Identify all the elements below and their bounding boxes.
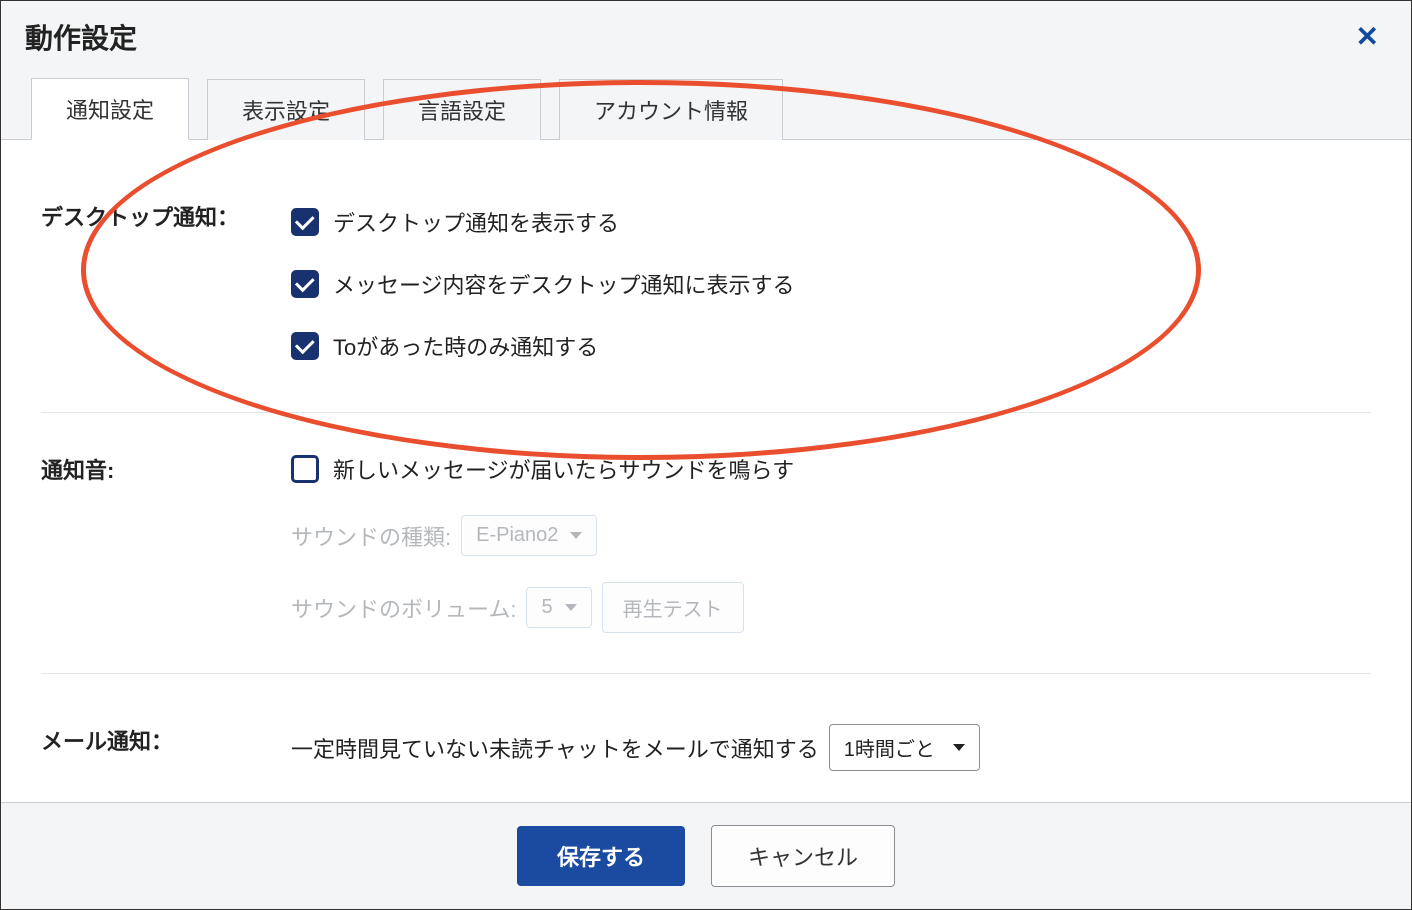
checkbox-row-show-message-content: メッセージ内容をデスクトップ通知に表示する	[291, 268, 1371, 300]
cancel-button[interactable]: キャンセル	[711, 825, 895, 887]
select-value: E-Piano2	[476, 524, 558, 547]
checkbox-row-only-to: Toがあった時のみ通知する	[291, 330, 1371, 362]
chevron-down-icon	[570, 532, 582, 539]
chevron-down-icon	[565, 604, 577, 611]
field-row-sound-type: サウンドの種類: E-Piano2	[291, 515, 1371, 556]
section-body: 一定時間見ていない未読チャットをメールで通知する 1時間ごと	[291, 724, 1371, 771]
play-test-button[interactable]: 再生テスト	[602, 582, 744, 633]
section-desktop-notification: デスクトップ通知： デスクトップ通知を表示する メッセージ内容をデスクトップ通知…	[41, 180, 1371, 413]
checkbox-play-sound[interactable]	[291, 455, 319, 483]
checkbox-notify-only-to[interactable]	[291, 332, 319, 360]
field-row-email-interval: 一定時間見ていない未読チャットをメールで通知する 1時間ごと	[291, 724, 1371, 771]
chevron-down-icon	[953, 744, 965, 751]
field-label: サウンドの種類:	[291, 520, 451, 552]
tab-label: 表示設定	[242, 99, 330, 124]
tab-account-info[interactable]: アカウント情報	[559, 79, 783, 140]
dialog-footer: 保存する キャンセル	[1, 802, 1411, 909]
select-value: 1時間ごと	[844, 733, 935, 762]
close-icon: ✕	[1356, 21, 1379, 52]
tabs: 通知設定 表示設定 言語設定 アカウント情報	[1, 57, 1411, 140]
checkbox-show-message-content[interactable]	[291, 270, 319, 298]
dialog-content: デスクトップ通知： デスクトップ通知を表示する メッセージ内容をデスクトップ通知…	[1, 140, 1411, 838]
section-label: デスクトップ通知：	[41, 200, 291, 232]
tab-notification-settings[interactable]: 通知設定	[31, 78, 189, 140]
section-label: 通知音:	[41, 453, 291, 485]
select-value: 5	[541, 596, 552, 619]
section-notification-sound: 通知音: 新しいメッセージが届いたらサウンドを鳴らす サウンドの種類: E-Pi…	[41, 413, 1371, 674]
section-body: デスクトップ通知を表示する メッセージ内容をデスクトップ通知に表示する Toがあ…	[291, 200, 1371, 372]
tab-label: アカウント情報	[594, 99, 748, 124]
tab-label: 通知設定	[66, 98, 154, 123]
checkbox-label: メッセージ内容をデスクトップ通知に表示する	[333, 268, 795, 300]
save-button[interactable]: 保存する	[517, 826, 685, 886]
tab-display-settings[interactable]: 表示設定	[207, 79, 365, 140]
select-sound-type[interactable]: E-Piano2	[461, 515, 597, 556]
dialog-header: 動作設定 ✕	[1, 1, 1411, 57]
tab-label: 言語設定	[418, 99, 506, 124]
checkbox-label: Toがあった時のみ通知する	[333, 330, 598, 362]
email-description: 一定時間見ていない未読チャットをメールで通知する	[291, 732, 819, 764]
checkbox-row-play-sound: 新しいメッセージが届いたらサウンドを鳴らす	[291, 453, 1371, 485]
section-body: 新しいメッセージが届いたらサウンドを鳴らす サウンドの種類: E-Piano2 …	[291, 453, 1371, 633]
dialog-title: 動作設定	[25, 17, 137, 57]
field-row-sound-volume: サウンドのボリューム: 5 再生テスト	[291, 582, 1371, 633]
checkbox-show-desktop-notification[interactable]	[291, 208, 319, 236]
settings-dialog: 動作設定 ✕ 通知設定 表示設定 言語設定 アカウント情報 デスクトップ通知：	[0, 0, 1412, 910]
select-sound-volume[interactable]: 5	[526, 587, 591, 628]
section-label: メール通知：	[41, 724, 291, 756]
tab-language-settings[interactable]: 言語設定	[383, 79, 541, 140]
field-label: サウンドのボリューム:	[291, 592, 516, 624]
select-email-interval[interactable]: 1時間ごと	[829, 724, 980, 771]
checkbox-label: デスクトップ通知を表示する	[333, 206, 619, 238]
checkbox-row-show-desktop: デスクトップ通知を表示する	[291, 206, 1371, 238]
close-button[interactable]: ✕	[1348, 19, 1387, 55]
section-email-notification: メール通知： 一定時間見ていない未読チャットをメールで通知する 1時間ごと	[41, 674, 1371, 791]
checkbox-label: 新しいメッセージが届いたらサウンドを鳴らす	[333, 453, 794, 485]
